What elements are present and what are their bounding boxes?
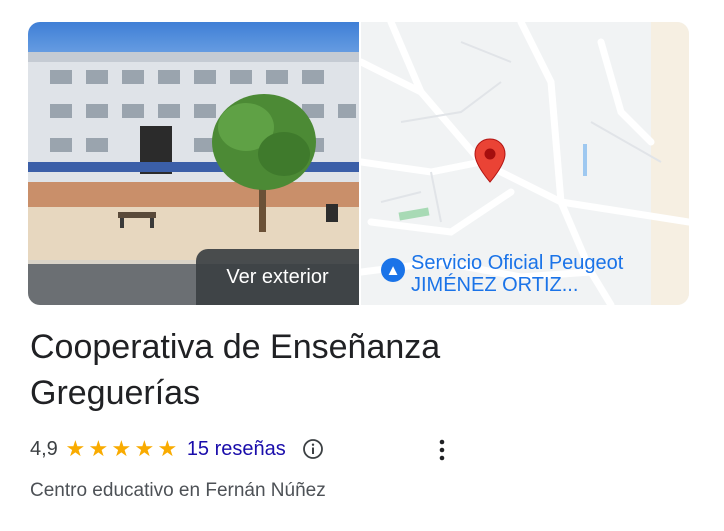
more-options-icon[interactable] <box>432 438 452 462</box>
poi-name: Servicio Oficial Peugeot JIMÉNEZ ORTIZ..… <box>411 252 623 296</box>
street-view-photo[interactable]: Ver exterior <box>28 22 359 305</box>
reviews-link[interactable]: 15 reseñas <box>187 438 286 461</box>
star-icon: ★ <box>157 436 178 461</box>
star-icon: ★ <box>111 436 132 461</box>
map-pin-icon[interactable] <box>473 138 507 184</box>
place-hero: Ver exterior ▲ Servicio Oficial Peugeot … <box>28 22 689 305</box>
star-icon: ★ <box>134 436 155 461</box>
info-icon[interactable] <box>302 438 324 460</box>
location-map[interactable]: ▲ Servicio Oficial Peugeot JIMÉNEZ ORTIZ… <box>361 22 689 305</box>
star-icon: ★ <box>65 436 86 461</box>
poi-name-line2: JIMÉNEZ ORTIZ... <box>411 274 579 296</box>
poi-name-line1: Servicio Oficial Peugeot <box>411 252 624 274</box>
view-exterior-button[interactable]: Ver exterior <box>196 249 359 305</box>
rating-value: 4,9 <box>30 437 58 460</box>
star-rating: ★ ★ ★ ★ ★ <box>64 438 179 460</box>
star-icon: ★ <box>88 436 109 461</box>
place-category: Centro educativo en Fernán Núñez <box>30 480 326 501</box>
map-poi-label[interactable]: ▲ Servicio Oficial Peugeot JIMÉNEZ ORTIZ… <box>381 252 623 296</box>
car-icon: ▲ <box>381 258 405 282</box>
rating-row: 4,9 ★ ★ ★ ★ ★ 15 reseñas <box>30 432 324 466</box>
place-title: Cooperativa de Enseñanza Greguerías <box>30 328 441 412</box>
